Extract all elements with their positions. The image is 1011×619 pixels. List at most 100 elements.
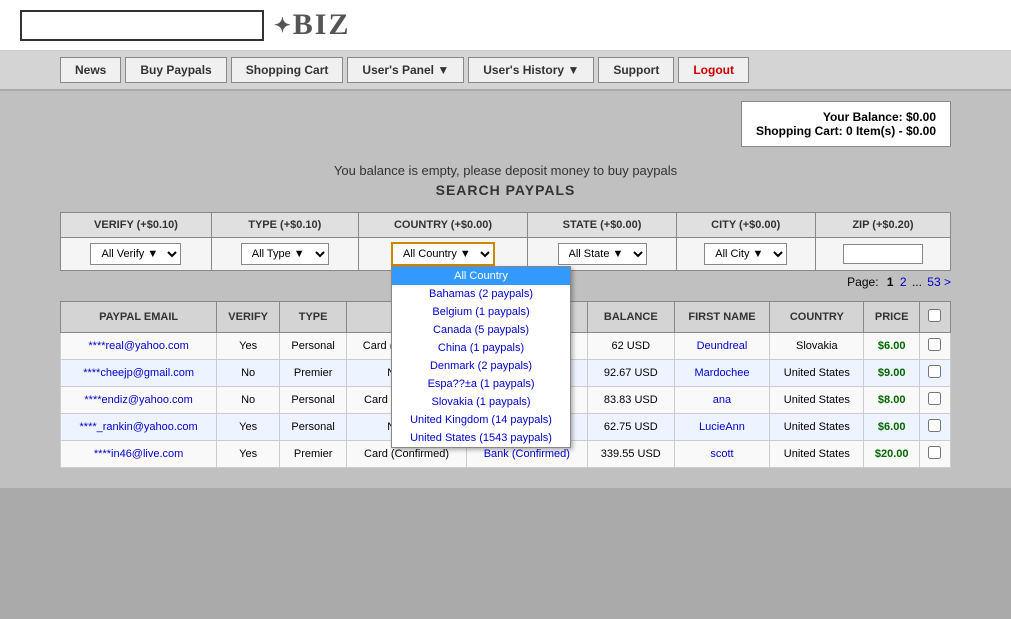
col-email: PAYPAL EMAIL (61, 302, 217, 333)
nav-news[interactable]: News (60, 57, 121, 83)
country-option-belgium[interactable]: Belgium (1 paypals) (392, 303, 570, 321)
country-option-all[interactable]: All Country (392, 267, 570, 285)
col-verify: VERIFY (217, 302, 280, 333)
row-checkbox[interactable] (928, 419, 941, 432)
balance-line2: Shopping Cart: 0 Item(s) - $0.00 (756, 124, 936, 138)
zip-input[interactable] (843, 244, 923, 264)
nav-users-history[interactable]: User's History ▼ (468, 57, 594, 83)
country-select[interactable]: All Country ▼ (391, 242, 495, 266)
email-link[interactable]: ****endiz@yahoo.com (84, 394, 192, 406)
cell-checkbox[interactable] (919, 387, 950, 414)
cell-firstname: Mardochee (674, 360, 770, 387)
filter-col-country: COUNTRY (+$0.00) (358, 213, 528, 238)
row-checkbox[interactable] (928, 365, 941, 378)
nav-logout[interactable]: Logout (678, 57, 749, 83)
cell-type: Premier (280, 441, 347, 468)
bank-link[interactable]: Bank (Confirmed) (484, 448, 570, 460)
filter-table: VERIFY (+$0.10) TYPE (+$0.10) COUNTRY (+… (60, 212, 951, 271)
page-current[interactable]: 1 (887, 275, 894, 289)
verify-select[interactable]: All Verify ▼ (90, 243, 181, 265)
cell-price: $20.00 (864, 441, 920, 468)
page-53[interactable]: 53 (927, 275, 940, 289)
email-link[interactable]: ****cheejp@gmail.com (83, 367, 194, 379)
row-checkbox[interactable] (928, 392, 941, 405)
firstname-link[interactable]: Deundreal (697, 340, 748, 352)
cell-checkbox[interactable] (919, 333, 950, 360)
cell-firstname: LucieAnn (674, 414, 770, 441)
filter-col-city: CITY (+$0.00) (676, 213, 815, 238)
col-checkbox[interactable] (919, 302, 950, 333)
nav-support[interactable]: Support (598, 57, 674, 83)
balance-bar: Your Balance: $0.00 Shopping Cart: 0 Ite… (0, 91, 1011, 157)
cell-type: Personal (280, 414, 347, 441)
filter-country-cell: All Country ▼ All Country Bahamas (2 pay… (358, 238, 528, 271)
email-link[interactable]: ****in46@live.com (94, 448, 183, 460)
nav-shopping-cart[interactable]: Shopping Cart (231, 57, 344, 83)
city-select[interactable]: All City ▼ (704, 243, 787, 265)
cell-price: $8.00 (864, 387, 920, 414)
cell-checkbox[interactable] (919, 360, 950, 387)
cell-balance: 62 USD (587, 333, 674, 360)
nav-users-panel[interactable]: User's Panel ▼ (347, 57, 464, 83)
cell-firstname: ana (674, 387, 770, 414)
country-option-china[interactable]: China (1 paypals) (392, 339, 570, 357)
col-firstname: FIRST NAME (674, 302, 770, 333)
row-checkbox[interactable] (928, 338, 941, 351)
country-dropdown-list[interactable]: All Country Bahamas (2 paypals) Belgium … (391, 266, 571, 448)
row-checkbox[interactable] (928, 446, 941, 459)
search-title: SEARCH PAYPALS (6, 182, 1005, 198)
email-link[interactable]: ****real@yahoo.com (88, 340, 188, 352)
chevron-down-icon: ▼ (567, 63, 579, 77)
page-ellipsis: ... (912, 275, 925, 289)
cell-country: United States (770, 414, 864, 441)
cell-balance: 339.55 USD (587, 441, 674, 468)
country-dropdown-container: All Country ▼ All Country Bahamas (2 pay… (391, 242, 495, 266)
cell-verify: Yes (217, 414, 280, 441)
logo-search-box[interactable] (20, 10, 264, 41)
cell-firstname: Deundreal (674, 333, 770, 360)
col-country: COUNTRY (770, 302, 864, 333)
country-option-uk[interactable]: United Kingdom (14 paypals) (392, 411, 570, 429)
page-2[interactable]: 2 (900, 275, 907, 289)
country-option-spain[interactable]: Espa??±a (1 paypals) (392, 375, 570, 393)
cell-balance: 92.67 USD (587, 360, 674, 387)
cell-email: ****endiz@yahoo.com (61, 387, 217, 414)
nav-bar: News Buy Paypals Shopping Cart User's Pa… (0, 51, 1011, 91)
state-select[interactable]: All State ▼ (558, 243, 647, 265)
country-option-bahamas[interactable]: Bahamas (2 paypals) (392, 285, 570, 303)
firstname-link[interactable]: ana (713, 394, 731, 406)
cell-verify: No (217, 387, 280, 414)
firstname-link[interactable]: scott (710, 448, 733, 460)
cell-type: Personal (280, 333, 347, 360)
cell-price: $9.00 (864, 360, 920, 387)
page-next[interactable]: > (944, 275, 951, 289)
cell-checkbox[interactable] (919, 414, 950, 441)
cell-price: $6.00 (864, 333, 920, 360)
cell-email: ****real@yahoo.com (61, 333, 217, 360)
cell-balance: 62.75 USD (587, 414, 674, 441)
cell-checkbox[interactable] (919, 441, 950, 468)
cell-country: Slovakia (770, 333, 864, 360)
balance-box: Your Balance: $0.00 Shopping Cart: 0 Ite… (741, 101, 951, 147)
logo-star-icon: ✦ (274, 13, 290, 38)
type-select[interactable]: All Type ▼ (241, 243, 329, 265)
country-option-canada[interactable]: Canada (5 paypals) (392, 321, 570, 339)
country-option-denmark[interactable]: Denmark (2 paypals) (392, 357, 570, 375)
cell-country: United States (770, 441, 864, 468)
cell-country: United States (770, 387, 864, 414)
filter-col-type: TYPE (+$0.10) (211, 213, 358, 238)
country-option-slovakia[interactable]: Slovakia (1 paypals) (392, 393, 570, 411)
cell-firstname: scott (674, 441, 770, 468)
filter-zip-cell (815, 238, 950, 271)
filter-col-zip: ZIP (+$0.20) (815, 213, 950, 238)
email-link[interactable]: ****_rankin@yahoo.com (80, 421, 198, 433)
logo-search-input[interactable] (52, 18, 232, 33)
firstname-link[interactable]: Mardochee (694, 367, 749, 379)
country-option-us[interactable]: United States (1543 paypals) (392, 429, 570, 447)
firstname-link[interactable]: LucieAnn (699, 421, 745, 433)
select-all-checkbox[interactable] (928, 309, 941, 322)
filter-col-verify: VERIFY (+$0.10) (61, 213, 212, 238)
nav-buy-paypals[interactable]: Buy Paypals (125, 57, 226, 83)
cell-type: Personal (280, 387, 347, 414)
filter-col-state: STATE (+$0.00) (528, 213, 676, 238)
